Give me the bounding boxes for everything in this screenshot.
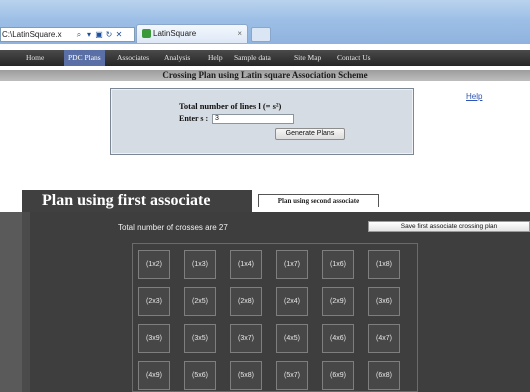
close-icon[interactable]: ✕	[114, 28, 124, 41]
favicon-icon	[142, 29, 151, 39]
tab-close-icon[interactable]: ×	[237, 25, 242, 43]
nav-item-help[interactable]: Help	[204, 50, 227, 66]
dropdown-icon[interactable]: ▾	[84, 28, 94, 41]
help-link[interactable]: Help	[466, 92, 482, 101]
cross-cell: (2x9)	[322, 287, 354, 316]
address-bar[interactable]: C:\LatinSquare.x ⌕ ▾ ▣ ↻ ✕	[0, 27, 135, 42]
nav-item-contact-us[interactable]: Contact Us	[333, 50, 375, 66]
panel-left-edge	[0, 212, 22, 392]
cross-cell: (4x9)	[138, 361, 170, 390]
refresh-icon[interactable]: ↻	[104, 28, 114, 41]
panel-stripe	[22, 212, 30, 392]
cross-cell: (6x8)	[368, 361, 400, 390]
cross-cell: (5x7)	[276, 361, 308, 390]
crossing-plan-grid: (1x2) (1x3) (1x4) (1x7) (1x6) (1x8) (2x3) (2x5)…	[132, 243, 418, 392]
cross-cell: (1x4)	[230, 250, 262, 279]
nav-item-analysis[interactable]: Analysis	[160, 50, 194, 66]
site-nav: Home PDC Plans Associates Analysis Help …	[0, 50, 530, 66]
compatibility-icon[interactable]: ▣	[94, 28, 104, 41]
cross-cell: (3x5)	[184, 324, 216, 353]
cross-cell: (4x6)	[322, 324, 354, 353]
cross-cell: (6x9)	[322, 361, 354, 390]
address-url[interactable]: C:\LatinSquare.x	[2, 28, 74, 41]
tab-second-associate[interactable]: Plan using second associate	[258, 194, 379, 207]
cross-cell: (2x4)	[276, 287, 308, 316]
new-tab-button[interactable]	[251, 27, 271, 42]
save-plan-button[interactable]: Save first associate crossing plan	[368, 221, 530, 232]
total-lines-label: Total number of lines l (= s²)	[179, 101, 282, 111]
cross-cell: (1x3)	[184, 250, 216, 279]
crosses-count: Total number of crosses are 27	[118, 223, 228, 232]
browser-tab[interactable]: LatinSquare ×	[136, 24, 248, 43]
tab-first-associate[interactable]: Plan using first associate	[42, 191, 210, 211]
cross-cell: (1x7)	[276, 250, 308, 279]
nav-item-pdc-plans[interactable]: PDC Plans	[64, 50, 105, 66]
s-input[interactable]: 3	[212, 114, 294, 124]
page-title: Crossing Plan using Latin square Associa…	[162, 70, 368, 80]
cross-cell: (4x5)	[276, 324, 308, 353]
cross-cell: (4x7)	[368, 324, 400, 353]
cross-cell: (3x6)	[368, 287, 400, 316]
cross-cell: (2x8)	[230, 287, 262, 316]
tab-title: LatinSquare	[153, 29, 197, 38]
enter-s-label: Enter s :	[179, 114, 209, 123]
generate-plans-button[interactable]: Generate Plans	[275, 128, 345, 140]
nav-item-sample-data[interactable]: Sample data	[230, 50, 275, 66]
nav-item-home[interactable]: Home	[22, 50, 48, 66]
nav-item-associates[interactable]: Associates	[113, 50, 153, 66]
cross-cell: (1x2)	[138, 250, 170, 279]
search-icon[interactable]: ⌕	[74, 28, 84, 41]
cross-cell: (1x8)	[368, 250, 400, 279]
cross-cell: (1x6)	[322, 250, 354, 279]
nav-item-site-map[interactable]: Site Map	[290, 50, 325, 66]
cross-cell: (3x7)	[230, 324, 262, 353]
cross-cell: (3x9)	[138, 324, 170, 353]
input-panel: Total number of lines l (= s²) Enter s :…	[110, 88, 414, 155]
cross-cell: (2x5)	[184, 287, 216, 316]
cross-cell: (5x6)	[184, 361, 216, 390]
cross-cell: (2x3)	[138, 287, 170, 316]
cross-cell: (5x8)	[230, 361, 262, 390]
